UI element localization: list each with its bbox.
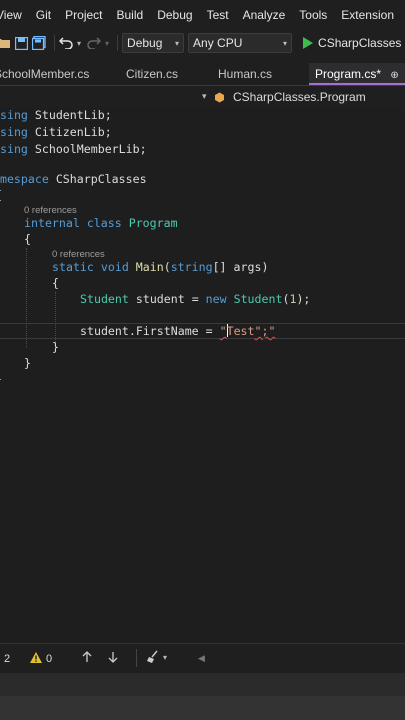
menu-view[interactable]: View	[0, 8, 29, 22]
redo-icon[interactable]	[87, 36, 102, 50]
open-folder-icon[interactable]	[0, 36, 10, 50]
code-line: {	[52, 276, 59, 290]
tab-program-cs[interactable]: Program.cs* ⊕	[309, 63, 405, 85]
code-line: }	[0, 372, 2, 386]
class-icon	[215, 92, 224, 103]
bottom-panel	[0, 673, 405, 720]
warning-count[interactable]: 0	[46, 653, 52, 665]
code-line: internal class Program	[24, 216, 178, 230]
undo-icon[interactable]	[59, 36, 73, 50]
toolbar-separator	[54, 35, 55, 51]
code-line: namespace CSharpClasses	[0, 172, 147, 186]
code-line: using SchoolMemberLib;	[0, 142, 147, 156]
status-separator	[136, 649, 137, 667]
code-line: using CitizenLib;	[0, 125, 112, 139]
toolbar-separator	[117, 35, 119, 51]
codelens-references[interactable]: 0 references	[52, 249, 105, 260]
save-all-icon[interactable]	[32, 36, 46, 50]
tab-label: Citizen.cs	[126, 67, 179, 81]
code-line: Student student = new Student(1);	[80, 292, 311, 306]
editor-status-bar: 2 0 ▾ ◀	[0, 643, 405, 674]
pin-tab-icon[interactable]: ⊕	[390, 70, 398, 81]
menu-project[interactable]: Project	[58, 8, 109, 22]
menu-tools[interactable]: Tools	[292, 8, 334, 22]
chevron-down-icon[interactable]: ▾	[202, 91, 207, 102]
save-icon[interactable]	[14, 36, 28, 50]
tab-human-cs[interactable]: Human.cs	[218, 63, 298, 85]
code-line: using StudentLib;	[0, 108, 112, 122]
code-line: {	[24, 232, 31, 246]
arrow-up-icon[interactable]	[82, 651, 92, 666]
code-line-current: student.FirstName = "Test";"	[80, 324, 276, 338]
navigation-bar: ▾ CSharpClasses.Program	[0, 88, 405, 109]
chevron-down-icon[interactable]: ▾	[163, 653, 167, 662]
redo-dropdown-icon[interactable]: ▾	[105, 39, 109, 48]
chevron-down-icon: ▾	[283, 38, 288, 48]
solution-platform-dropdown[interactable]: Any CPU ▾	[188, 33, 293, 53]
chevron-left-icon[interactable]: ◀	[198, 653, 205, 664]
code-line: {	[0, 188, 2, 202]
status-strip	[0, 696, 405, 720]
tab-label: Program.cs*	[315, 67, 382, 81]
solution-configuration-dropdown[interactable]: Debug ▾	[122, 33, 185, 53]
menu-test[interactable]: Test	[200, 8, 236, 22]
platform-value: Any CPU	[193, 36, 243, 50]
codelens-references[interactable]: 0 references	[24, 205, 77, 216]
toolbar: ▾ ▾ Debug ▾ Any CPU ▾ CSharpClasses	[0, 30, 405, 56]
menu-analyze[interactable]: Analyze	[236, 8, 293, 22]
tab-label: Human.cs	[218, 67, 273, 81]
tab-citizen-cs[interactable]: Citizen.cs	[126, 63, 206, 85]
indent-guide	[26, 248, 27, 348]
code-line: }	[24, 356, 31, 370]
menu-bar: View Git Project Build Debug Test Analyz…	[0, 0, 405, 30]
chevron-down-icon: ▾	[175, 38, 180, 48]
code-editor[interactable]: using StudentLib; using CitizenLib; usin…	[0, 108, 405, 643]
code-line: static void Main(string[] args)	[52, 260, 269, 274]
code-line: }	[52, 340, 59, 354]
menu-build[interactable]: Build	[110, 8, 151, 22]
error-count[interactable]: 2	[4, 653, 10, 665]
undo-dropdown-icon[interactable]: ▾	[77, 39, 81, 48]
type-navigation-dropdown[interactable]: CSharpClasses.Program	[233, 90, 366, 104]
start-debugging-play-icon[interactable]	[300, 36, 314, 50]
configuration-value: Debug	[127, 36, 163, 50]
menu-extensions[interactable]: Extension	[334, 8, 401, 22]
document-tabs: SchoolMember.cs Citizen.cs Human.cs Prog…	[0, 63, 405, 86]
indent-guide	[55, 292, 56, 344]
menu-git[interactable]: Git	[29, 8, 58, 22]
menu-debug[interactable]: Debug	[150, 8, 199, 22]
warning-icon	[30, 652, 42, 666]
tab-label: SchoolMember.cs	[0, 67, 90, 81]
arrow-down-icon[interactable]	[108, 651, 118, 666]
start-debugging-target[interactable]: CSharpClasses	[318, 36, 401, 50]
code-cleanup-broom-icon[interactable]	[146, 650, 160, 667]
tab-schoolmember-cs[interactable]: SchoolMember.cs	[0, 63, 112, 85]
